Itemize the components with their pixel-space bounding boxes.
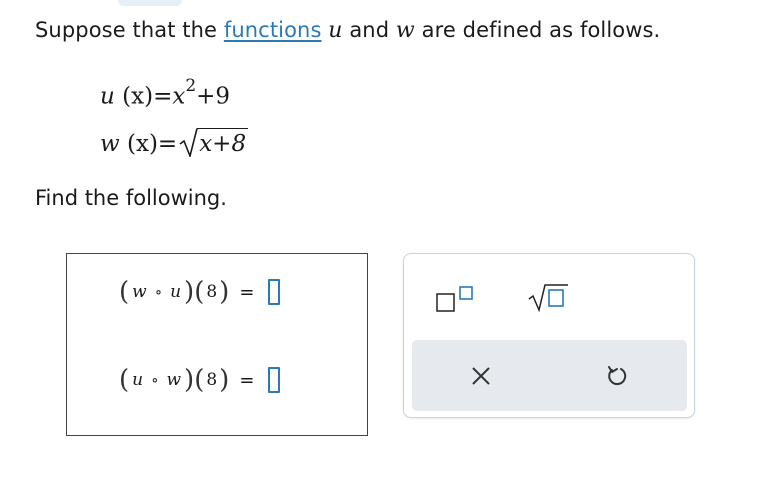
functions-link[interactable]: functions (224, 18, 322, 42)
answer-input-1[interactable] (268, 279, 281, 305)
top-tab-indicator (118, 0, 182, 6)
toolbar-actions (412, 340, 687, 411)
question-row-1: (w ∘ u)(8) = (119, 279, 281, 305)
sqrt-sign: x+8 (179, 128, 249, 157)
superscript-template-icon[interactable] (436, 284, 478, 314)
math-toolbar (403, 253, 695, 418)
answer-box: (w ∘ u)(8) = (u ∘ w)(8) = (66, 253, 368, 436)
undo-icon[interactable] (605, 364, 629, 388)
problem-prompt: Suppose that the functions u and w are d… (35, 18, 661, 43)
definition-u: u (x)=x2+9 (100, 76, 231, 110)
answer-input-2[interactable] (268, 367, 281, 393)
definition-w: w (x)= x+8 (100, 128, 249, 157)
prompt-var-w: w (395, 18, 415, 43)
prompt-var-u: u (328, 18, 343, 43)
square-root-template-icon[interactable] (528, 282, 570, 314)
instruction-text: Find the following. (35, 186, 227, 210)
clear-x-icon[interactable] (470, 365, 492, 387)
prompt-text-start: Suppose that the (35, 18, 224, 42)
prompt-text-end: are defined as follows. (414, 18, 661, 42)
question-row-2: (u ∘ w)(8) = (119, 367, 281, 393)
